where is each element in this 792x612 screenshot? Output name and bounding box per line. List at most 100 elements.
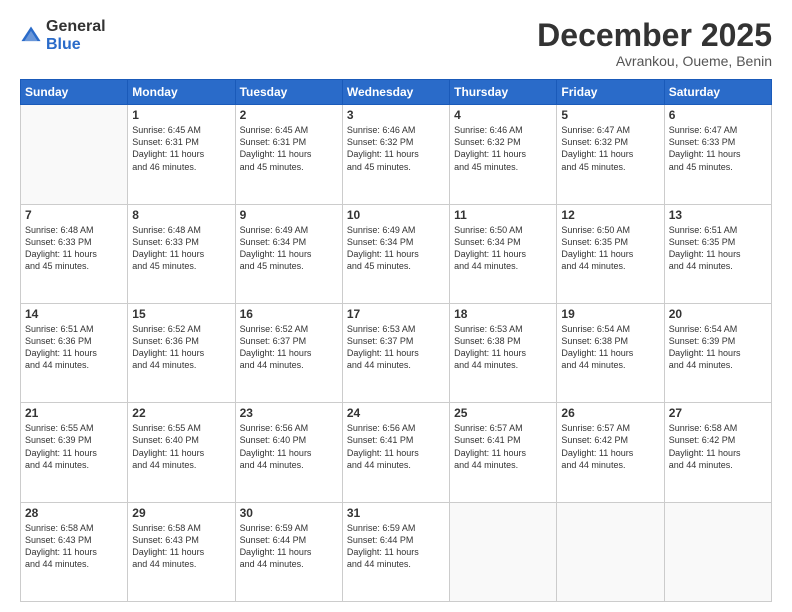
calendar-cell: 18Sunrise: 6:53 AM Sunset: 6:38 PM Dayli… xyxy=(450,303,557,402)
cell-info: Sunrise: 6:54 AM Sunset: 6:38 PM Dayligh… xyxy=(561,323,659,372)
calendar-cell: 14 Sunrise: 6:51 AM Sunset: 6:36 PM Dayli… xyxy=(21,303,128,402)
col-header-tuesday: Tuesday xyxy=(235,80,342,105)
day-number: 2 xyxy=(240,108,338,122)
calendar-cell: 23 Sunrise: 6:56 AM Sunset: 6:40 PM Dayli… xyxy=(235,403,342,502)
day-number: 25 xyxy=(454,406,552,420)
cell-info: Sunrise: 6:50 AM Sunset: 6:35 PM Dayligh… xyxy=(561,224,659,273)
cell-info: Sunrise: 6:55 AM Sunset: 6:39 PM Dayligh… xyxy=(25,422,123,471)
cell-info: Sunrise: 6:51 AM Sunset: 6:36 PM Dayligh… xyxy=(25,323,123,372)
day-number: 9 xyxy=(240,208,338,222)
day-number: 12 xyxy=(561,208,659,222)
calendar-cell: 21 Sunrise: 6:55 AM Sunset: 6:39 PM Dayli… xyxy=(21,403,128,502)
calendar-cell: 1 Sunrise: 6:45 AM Sunset: 6:31 PM Daylig… xyxy=(128,105,235,204)
day-number: 14 xyxy=(25,307,123,321)
calendar-cell: 24 Sunrise: 6:56 AM Sunset: 6:41 PM Dayli… xyxy=(342,403,449,502)
logo-icon xyxy=(20,25,42,47)
calendar-cell: 3 Sunrise: 6:46 AM Sunset: 6:32 PM Daylig… xyxy=(342,105,449,204)
cell-info: Sunrise: 6:47 AM Sunset: 6:33 PM Dayligh… xyxy=(669,124,767,173)
day-number: 8 xyxy=(132,208,230,222)
cell-info: Sunrise: 6:55 AM Sunset: 6:40 PM Dayligh… xyxy=(132,422,230,471)
cell-info: Sunrise: 6:46 AM Sunset: 6:32 PM Dayligh… xyxy=(347,124,445,173)
calendar-week-row: 1 Sunrise: 6:45 AM Sunset: 6:31 PM Daylig… xyxy=(21,105,772,204)
cell-info: Sunrise: 6:50 AM Sunset: 6:34 PM Dayligh… xyxy=(454,224,552,273)
day-number: 16 xyxy=(240,307,338,321)
col-header-thursday: Thursday xyxy=(450,80,557,105)
cell-info: Sunrise: 6:57 AM Sunset: 6:42 PM Dayligh… xyxy=(561,422,659,471)
calendar-cell: 15Sunrise: 6:52 AM Sunset: 6:36 PM Dayli… xyxy=(128,303,235,402)
day-number: 13 xyxy=(669,208,767,222)
calendar-cell: 5 Sunrise: 6:47 AM Sunset: 6:32 PM Daylig… xyxy=(557,105,664,204)
calendar-cell: 31 Sunrise: 6:59 AM Sunset: 6:44 PM Dayli… xyxy=(342,502,449,601)
calendar-cell xyxy=(557,502,664,601)
calendar-table: SundayMondayTuesdayWednesdayThursdayFrid… xyxy=(20,79,772,602)
col-header-monday: Monday xyxy=(128,80,235,105)
calendar-cell: 13 Sunrise: 6:51 AM Sunset: 6:35 PM Dayli… xyxy=(664,204,771,303)
cell-info: Sunrise: 6:58 AM Sunset: 6:43 PM Dayligh… xyxy=(25,522,123,571)
header: General Blue December 2025 Avrankou, Oue… xyxy=(20,18,772,69)
day-number: 3 xyxy=(347,108,445,122)
calendar-cell: 6Sunrise: 6:47 AM Sunset: 6:33 PM Daylig… xyxy=(664,105,771,204)
cell-info: Sunrise: 6:51 AM Sunset: 6:35 PM Dayligh… xyxy=(669,224,767,273)
day-number: 10 xyxy=(347,208,445,222)
calendar-cell: 2Sunrise: 6:45 AM Sunset: 6:31 PM Daylig… xyxy=(235,105,342,204)
calendar-cell: 28 Sunrise: 6:58 AM Sunset: 6:43 PM Dayli… xyxy=(21,502,128,601)
calendar-cell: 7 Sunrise: 6:48 AM Sunset: 6:33 PM Daylig… xyxy=(21,204,128,303)
calendar-cell xyxy=(450,502,557,601)
calendar-cell: 9Sunrise: 6:49 AM Sunset: 6:34 PM Daylig… xyxy=(235,204,342,303)
day-number: 20 xyxy=(669,307,767,321)
cell-info: Sunrise: 6:52 AM Sunset: 6:37 PM Dayligh… xyxy=(240,323,338,372)
cell-info: Sunrise: 6:54 AM Sunset: 6:39 PM Dayligh… xyxy=(669,323,767,372)
day-number: 18 xyxy=(454,307,552,321)
calendar-cell: 20 Sunrise: 6:54 AM Sunset: 6:39 PM Dayli… xyxy=(664,303,771,402)
day-number: 1 xyxy=(132,108,230,122)
calendar-cell: 26Sunrise: 6:57 AM Sunset: 6:42 PM Dayli… xyxy=(557,403,664,502)
calendar-cell: 19 Sunrise: 6:54 AM Sunset: 6:38 PM Dayli… xyxy=(557,303,664,402)
calendar-week-row: 14 Sunrise: 6:51 AM Sunset: 6:36 PM Dayli… xyxy=(21,303,772,402)
cell-info: Sunrise: 6:48 AM Sunset: 6:33 PM Dayligh… xyxy=(25,224,123,273)
calendar-cell: 22Sunrise: 6:55 AM Sunset: 6:40 PM Dayli… xyxy=(128,403,235,502)
logo-text: General Blue xyxy=(46,18,106,53)
day-number: 7 xyxy=(25,208,123,222)
cell-info: Sunrise: 6:56 AM Sunset: 6:40 PM Dayligh… xyxy=(240,422,338,471)
calendar-cell: 30Sunrise: 6:59 AM Sunset: 6:44 PM Dayli… xyxy=(235,502,342,601)
day-number: 11 xyxy=(454,208,552,222)
day-number: 15 xyxy=(132,307,230,321)
day-number: 29 xyxy=(132,506,230,520)
page: General Blue December 2025 Avrankou, Oue… xyxy=(0,0,792,612)
cell-info: Sunrise: 6:59 AM Sunset: 6:44 PM Dayligh… xyxy=(347,522,445,571)
cell-info: Sunrise: 6:47 AM Sunset: 6:32 PM Dayligh… xyxy=(561,124,659,173)
day-number: 31 xyxy=(347,506,445,520)
cell-info: Sunrise: 6:59 AM Sunset: 6:44 PM Dayligh… xyxy=(240,522,338,571)
calendar-cell: 27Sunrise: 6:58 AM Sunset: 6:42 PM Dayli… xyxy=(664,403,771,502)
calendar-cell: 25Sunrise: 6:57 AM Sunset: 6:41 PM Dayli… xyxy=(450,403,557,502)
col-header-sunday: Sunday xyxy=(21,80,128,105)
cell-info: Sunrise: 6:58 AM Sunset: 6:43 PM Dayligh… xyxy=(132,522,230,571)
calendar-week-row: 21 Sunrise: 6:55 AM Sunset: 6:39 PM Dayli… xyxy=(21,403,772,502)
day-number: 24 xyxy=(347,406,445,420)
calendar-week-row: 7 Sunrise: 6:48 AM Sunset: 6:33 PM Daylig… xyxy=(21,204,772,303)
month-title: December 2025 xyxy=(537,18,772,53)
day-number: 21 xyxy=(25,406,123,420)
col-header-friday: Friday xyxy=(557,80,664,105)
cell-info: Sunrise: 6:48 AM Sunset: 6:33 PM Dayligh… xyxy=(132,224,230,273)
day-number: 19 xyxy=(561,307,659,321)
location: Avrankou, Oueme, Benin xyxy=(537,53,772,69)
calendar-cell: 8 Sunrise: 6:48 AM Sunset: 6:33 PM Daylig… xyxy=(128,204,235,303)
calendar-cell: 10Sunrise: 6:49 AM Sunset: 6:34 PM Dayli… xyxy=(342,204,449,303)
day-number: 17 xyxy=(347,307,445,321)
calendar-week-row: 28 Sunrise: 6:58 AM Sunset: 6:43 PM Dayli… xyxy=(21,502,772,601)
calendar-cell: 4Sunrise: 6:46 AM Sunset: 6:32 PM Daylig… xyxy=(450,105,557,204)
calendar-header-row: SundayMondayTuesdayWednesdayThursdayFrid… xyxy=(21,80,772,105)
day-number: 27 xyxy=(669,406,767,420)
calendar-cell: 17Sunrise: 6:53 AM Sunset: 6:37 PM Dayli… xyxy=(342,303,449,402)
logo-general: General xyxy=(46,18,106,36)
day-number: 23 xyxy=(240,406,338,420)
logo-blue: Blue xyxy=(46,36,106,54)
calendar-cell: 16 Sunrise: 6:52 AM Sunset: 6:37 PM Dayli… xyxy=(235,303,342,402)
title-block: December 2025 Avrankou, Oueme, Benin xyxy=(537,18,772,69)
calendar-cell xyxy=(664,502,771,601)
cell-info: Sunrise: 6:45 AM Sunset: 6:31 PM Dayligh… xyxy=(132,124,230,173)
day-number: 5 xyxy=(561,108,659,122)
day-number: 28 xyxy=(25,506,123,520)
cell-info: Sunrise: 6:56 AM Sunset: 6:41 PM Dayligh… xyxy=(347,422,445,471)
